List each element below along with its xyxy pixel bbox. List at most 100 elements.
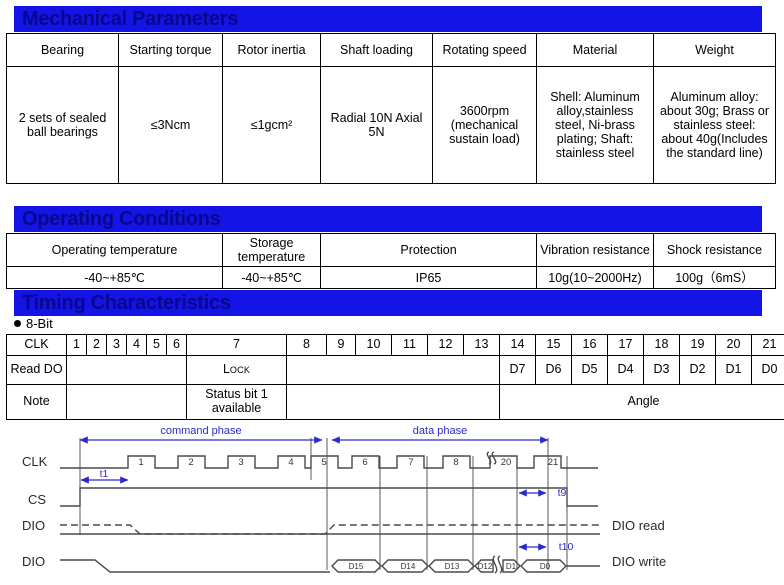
clk-cell-4: 4 <box>126 334 147 356</box>
clk-cell-20: 20 <box>715 334 752 356</box>
oper-value-protection: IP65 <box>320 266 537 289</box>
waveform-clk-trace: 1 2 3 4 5 6 7 8 20 21 <box>60 451 598 469</box>
waveform-dio-read-trace <box>60 524 600 535</box>
waveform-label-dio-write-left: DIO <box>22 554 45 569</box>
bullet-dot-icon <box>14 320 21 328</box>
dio-write-bit-d13: D13 <box>445 562 460 571</box>
waveform-label-dio-write-right: DIO write <box>612 554 666 569</box>
waveform-label-clk: CLK <box>22 454 48 469</box>
note-empty-8-13 <box>286 384 500 420</box>
section-title-operating: Operating Conditions <box>22 208 221 230</box>
clk-cell-21: 21 <box>751 334 784 356</box>
read-do-bit-d7: D7 <box>499 355 536 385</box>
timing-mark-t10: t10 <box>518 541 574 553</box>
mech-header-material: Material <box>536 33 654 67</box>
mech-value-material: Shell: Aluminum alloy,stainless steel, N… <box>536 66 654 184</box>
waveform-label-dio-read-left: DIO <box>22 518 45 533</box>
clk-cell-3: 3 <box>106 334 127 356</box>
section-header-operating-conditions: Operating Conditions <box>14 206 762 232</box>
phase-annotations: command phase data phase <box>79 425 549 444</box>
clk-pulse-num-3: 3 <box>238 457 243 468</box>
mechanical-parameters-table: Bearing Starting torque Rotor inertia Sh… <box>6 33 776 184</box>
note-status-bit: Status bit 1 available <box>186 384 287 420</box>
mech-value-weight: Aluminum alloy: about 30g; Brass or stai… <box>653 66 776 184</box>
timing-mark-t9: t9 <box>518 487 567 499</box>
lock-sublabel: OCK <box>229 365 251 376</box>
read-do-bit-d2: D2 <box>679 355 716 385</box>
operating-conditions-table: Operating temperature Storage temperatur… <box>6 233 776 289</box>
section-header-timing-characteristics: Timing Characteristics <box>14 290 762 316</box>
clk-pulse-num-6: 6 <box>362 457 367 468</box>
oper-header-vibration-resistance: Vibration resistance <box>536 233 654 267</box>
mech-value-starting-torque: ≤3Ncm <box>118 66 223 184</box>
read-do-bit-d3: D3 <box>643 355 680 385</box>
section-title-timing: Timing Characteristics <box>22 292 231 314</box>
oper-value-shock-resistance: 100g（6mS） <box>653 266 776 289</box>
mech-header-shaft-loading: Shaft loading <box>320 33 433 67</box>
dio-write-bit-d0: D0 <box>540 562 551 571</box>
dio-write-bit-d15: D15 <box>349 562 364 571</box>
waveform-label-cs: CS <box>28 492 46 507</box>
dio-write-bit-d14: D14 <box>401 562 416 571</box>
table-row-note: Note Status bit 1 available Angle <box>6 384 784 420</box>
clk-pulse-num-2: 2 <box>188 457 193 468</box>
read-do-bit-d0: D0 <box>751 355 784 385</box>
read-do-bit-d1: D1 <box>715 355 752 385</box>
mech-header-bearing: Bearing <box>6 33 119 67</box>
clk-cell-18: 18 <box>643 334 680 356</box>
note-angle: Angle <box>499 384 784 420</box>
timing-rowlabel-read-do: Read DO <box>6 355 67 385</box>
oper-value-vibration-resistance: 10g(10~2000Hz) <box>536 266 654 289</box>
table-row-operating-values: -40~+85℃ -40~+85℃ IP65 10g(10~2000Hz) 10… <box>6 266 776 289</box>
label-t10: t10 <box>559 541 574 553</box>
mech-header-rotating-speed: Rotating speed <box>432 33 537 67</box>
label-command-phase: command phase <box>160 425 241 437</box>
oper-value-storage-temperature: -40~+85℃ <box>222 266 321 289</box>
read-do-bit-d5: D5 <box>571 355 608 385</box>
timing-mark-t1: t1 <box>80 468 129 484</box>
section-header-mechanical-parameters: Mechanical Parameters <box>14 6 762 32</box>
clk-cell-19: 19 <box>679 334 716 356</box>
timing-rowlabel-note: Note <box>6 384 67 420</box>
timing-waveform-diagram: command phase data phase CLK 1 2 3 4 5 6… <box>0 420 784 585</box>
label-t1: t1 <box>100 468 109 480</box>
oper-header-storage-temperature: Storage temperature <box>222 233 321 267</box>
clk-cell-8: 8 <box>286 334 327 356</box>
clk-pulse-num-21: 21 <box>548 457 559 468</box>
clk-cell-12: 12 <box>427 334 464 356</box>
clk-cell-17: 17 <box>607 334 644 356</box>
mech-header-rotor-inertia: Rotor inertia <box>222 33 321 67</box>
clk-pulse-num-7: 7 <box>408 457 413 468</box>
oper-header-protection: Protection <box>320 233 537 267</box>
clk-pulse-num-8: 8 <box>453 457 458 468</box>
lock-label: L <box>222 362 230 377</box>
table-row-clk-numbers: CLK 1 2 3 4 5 6 7 8 9 10 11 12 13 14 15 … <box>6 334 784 356</box>
bullet-item-8-bit: 8-Bit <box>14 316 53 330</box>
table-row-operating-headers: Operating temperature Storage temperatur… <box>6 233 776 267</box>
clk-pulse-num-5: 5 <box>321 457 326 468</box>
read-do-empty-8-13 <box>286 355 500 385</box>
clk-cell-15: 15 <box>535 334 572 356</box>
mech-value-bearing: 2 sets of sealed ball bearings <box>6 66 119 184</box>
clk-cell-11: 11 <box>391 334 428 356</box>
read-do-bit-d6: D6 <box>535 355 572 385</box>
mech-value-rotor-inertia: ≤1gcm² <box>222 66 321 184</box>
note-empty-1-6 <box>66 384 187 420</box>
clk-pulse-num-20: 20 <box>501 457 512 468</box>
read-do-empty-1-6 <box>66 355 187 385</box>
read-do-bit-d4: D4 <box>607 355 644 385</box>
timing-rowlabel-clk: CLK <box>6 334 67 356</box>
clk-cell-7: 7 <box>186 334 287 356</box>
clk-cell-9: 9 <box>326 334 356 356</box>
timing-clk-table: CLK 1 2 3 4 5 6 7 8 9 10 11 12 13 14 15 … <box>6 334 784 420</box>
oper-header-operating-temperature: Operating temperature <box>6 233 223 267</box>
table-row-read-do: Read DO LOCK D7 D6 D5 D4 D3 D2 D1 D0 <box>6 355 784 385</box>
dio-write-bit-d12: D12 <box>478 562 493 571</box>
mech-value-shaft-loading: Radial 10N Axial 5N <box>320 66 433 184</box>
label-data-phase: data phase <box>413 425 467 437</box>
oper-value-operating-temperature: -40~+85℃ <box>6 266 223 289</box>
clk-cell-10: 10 <box>355 334 392 356</box>
waveform-label-dio-read-right: DIO read <box>612 518 665 533</box>
mech-header-weight: Weight <box>653 33 776 67</box>
clk-cell-1: 1 <box>66 334 87 356</box>
